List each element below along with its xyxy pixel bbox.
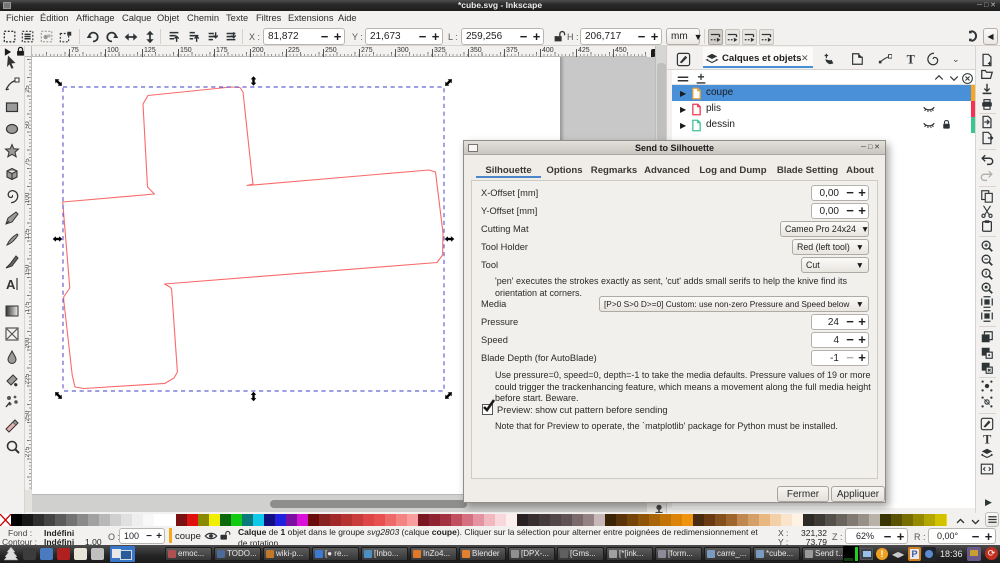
svg-text:T: T bbox=[983, 432, 991, 446]
svg-text:A: A bbox=[6, 277, 16, 292]
svg-text:T: T bbox=[907, 52, 915, 66]
